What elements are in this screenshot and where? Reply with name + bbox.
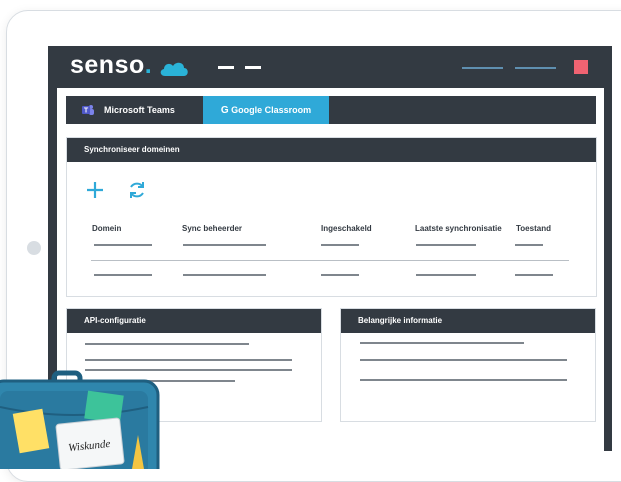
text-placeholder — [85, 343, 249, 345]
svg-text:T: T — [84, 108, 89, 115]
logo-dot: . — [144, 51, 153, 79]
window-control[interactable] — [574, 60, 588, 74]
text-placeholder — [360, 342, 524, 344]
important-info-panel: Belangrijke informatie — [340, 308, 596, 422]
tab-label: Microsoft Teams — [104, 105, 175, 115]
column-header-enabled[interactable]: Ingeschakeld — [321, 224, 372, 233]
microsoft-teams-icon: T — [82, 105, 94, 115]
menu-placeholder-1[interactable] — [218, 66, 234, 69]
nav-link-1[interactable] — [462, 67, 503, 69]
column-header-sync-admin[interactable]: Sync beheerder — [182, 224, 242, 233]
school-bag-icon: Wiskunde — [0, 370, 160, 469]
nav-link-2[interactable] — [515, 67, 556, 69]
table-divider — [91, 260, 569, 261]
table-cell-placeholder — [416, 274, 476, 276]
table-cell-placeholder — [321, 274, 359, 276]
senso-logo: senso. — [70, 51, 152, 80]
menu-placeholder-2[interactable] — [245, 66, 261, 69]
table-cell-placeholder — [183, 274, 266, 276]
table-cell-placeholder — [321, 244, 359, 246]
column-header-status[interactable]: Toestand — [516, 224, 551, 233]
tab-label: Google Classroom — [231, 105, 312, 115]
column-header-last-sync[interactable]: Laatste synchronisatie — [415, 224, 502, 233]
plus-icon[interactable] — [85, 180, 105, 200]
tab-google-classroom[interactable]: G Google Classroom — [203, 96, 329, 124]
text-placeholder — [85, 359, 292, 361]
column-header-domain[interactable]: Domein — [92, 224, 121, 233]
google-g-icon: G — [220, 105, 229, 116]
table-cell-placeholder — [416, 244, 476, 246]
integration-tabs: T Microsoft Teams G Google Classroom — [66, 96, 596, 124]
text-placeholder — [360, 359, 567, 361]
panel-title: API-configuratie — [67, 309, 321, 333]
top-bar: senso. — [48, 46, 612, 88]
logo-text: senso — [70, 51, 145, 79]
table-cell-placeholder — [94, 244, 152, 246]
home-button — [27, 241, 41, 255]
table-cell-placeholder — [515, 274, 553, 276]
panel-title: Synchroniseer domeinen — [67, 138, 596, 162]
tab-microsoft-teams[interactable]: T Microsoft Teams — [66, 96, 202, 124]
sync-domains-panel: Synchroniseer domeinen Domein Sync behee… — [66, 137, 597, 297]
table-cell-placeholder — [94, 274, 152, 276]
table-cell-placeholder — [183, 244, 266, 246]
text-placeholder — [360, 379, 567, 381]
cloud-icon — [160, 62, 188, 76]
refresh-icon[interactable] — [127, 180, 147, 200]
table-cell-placeholder — [515, 244, 543, 246]
panel-title: Belangrijke informatie — [341, 309, 595, 333]
